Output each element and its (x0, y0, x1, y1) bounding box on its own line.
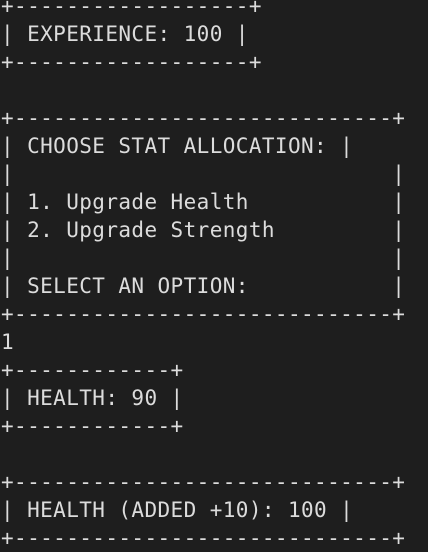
menu-blank-line: | | (1, 162, 406, 186)
menu-box-bottom-border: +-----------------------------+ (1, 302, 406, 326)
select-option-prompt: | SELECT AN OPTION: | (1, 274, 406, 298)
menu-blank-line: | | (1, 246, 406, 270)
menu-option-upgrade-strength: | 2. Upgrade Strength | (1, 218, 406, 242)
menu-option-upgrade-health: | 1. Upgrade Health | (1, 190, 406, 214)
experience-line: | EXPERIENCE: 100 | (1, 22, 249, 46)
experience-box-bottom-border: +------------------+ (1, 50, 262, 74)
experience-box-top-border: +------------------+ (1, 0, 262, 18)
health-added-result: | HEALTH (ADDED +10): 100 | (1, 498, 354, 522)
menu-box-top-border: +-----------------------------+ (1, 106, 406, 130)
health-line: | HEALTH: 90 | (1, 386, 184, 410)
health-box-top-border: +------------+ (1, 358, 184, 382)
result-box-bottom-border: +-----------------------------+ (1, 526, 406, 550)
health-box-bottom-border: +------------+ (1, 414, 184, 438)
terminal-output: +------------------+ | EXPERIENCE: 100 |… (0, 0, 428, 550)
user-input-line: 1 (1, 330, 15, 354)
result-box-top-border: +-----------------------------+ (1, 470, 406, 494)
menu-title: | CHOOSE STAT ALLOCATION: | (1, 134, 354, 158)
